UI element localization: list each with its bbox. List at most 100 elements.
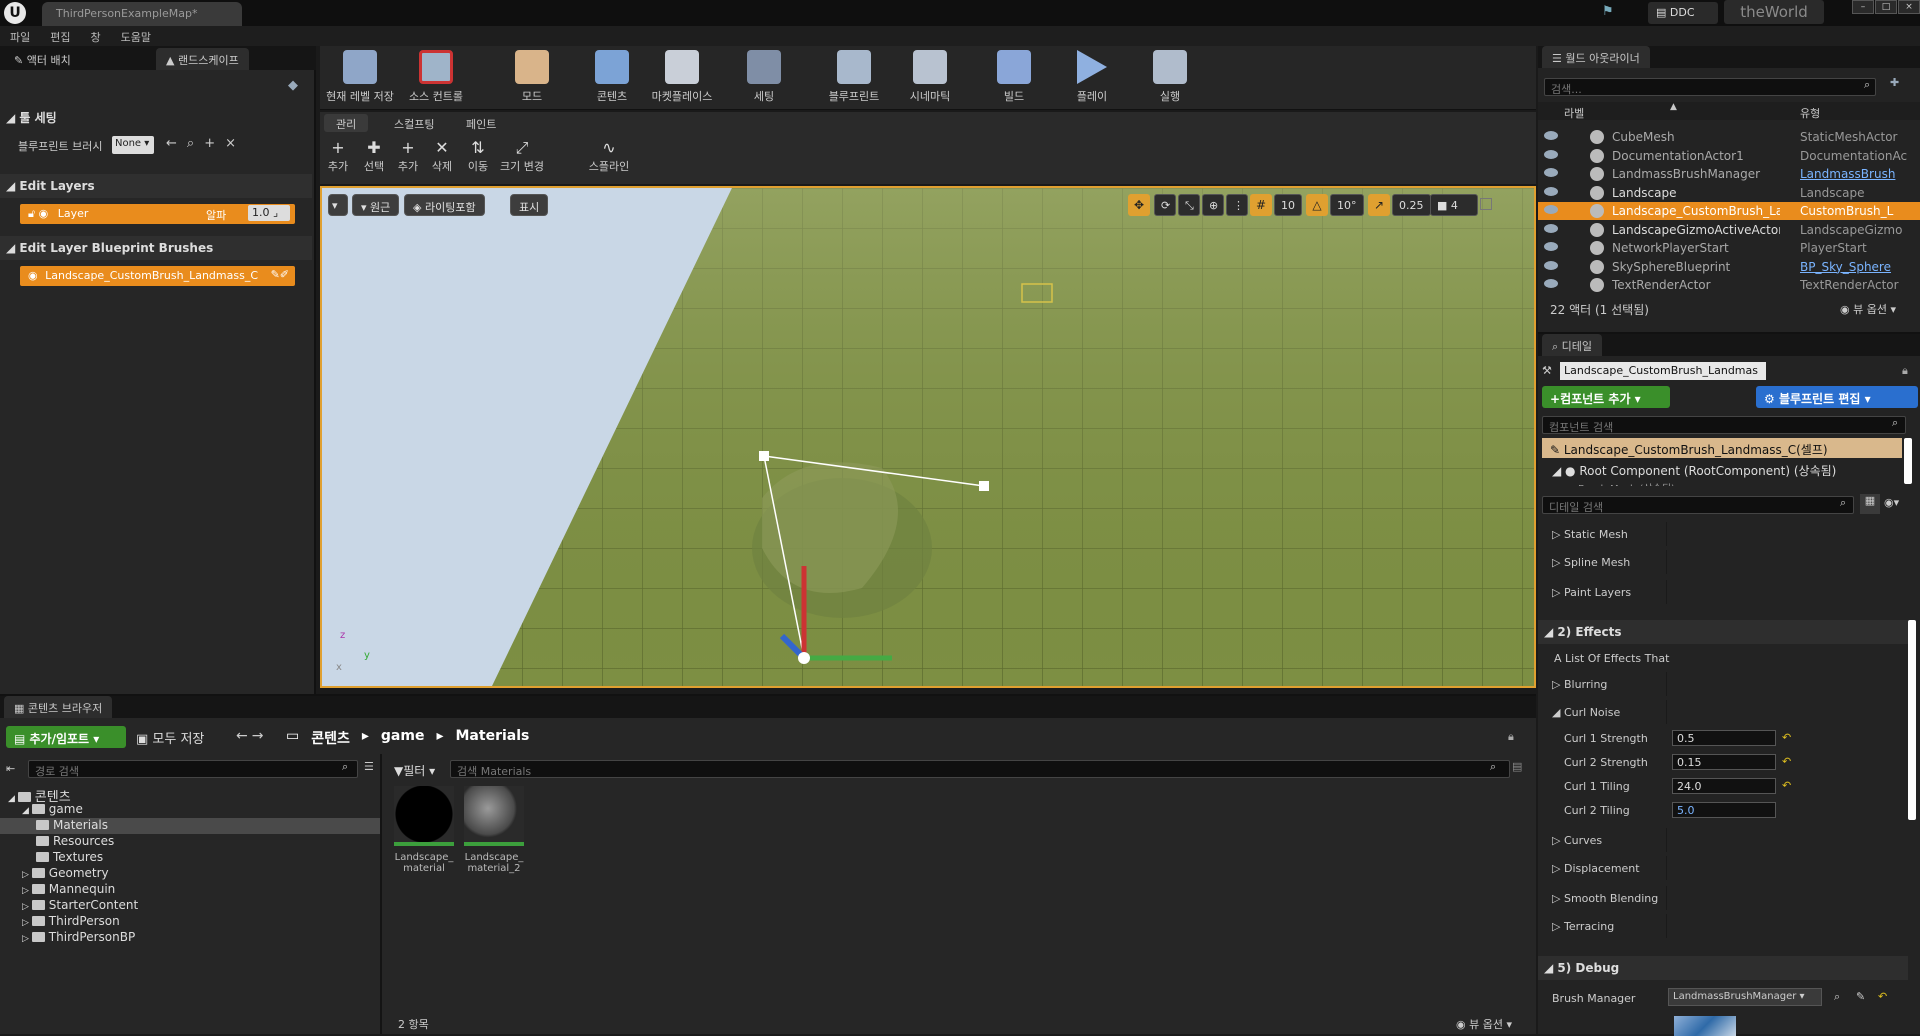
save-all-button[interactable]: ▣ 모두 저장: [136, 728, 204, 747]
lock-icon[interactable]: 🔒︎: [1508, 730, 1514, 744]
back-icon[interactable]: ←: [236, 728, 252, 744]
eye-icon[interactable]: [1544, 186, 1558, 196]
scale-snap-icon[interactable]: ↗: [1368, 194, 1390, 216]
outliner-search-input[interactable]: 검색...: [1544, 78, 1876, 96]
tab-content-browser[interactable]: ▦ 콘텐츠 브라우저: [4, 696, 113, 718]
brush-row[interactable]: ◉ Landscape_CustomBrush_Landmass_C ✎✐: [20, 266, 295, 286]
search-icon[interactable]: ⌕: [187, 136, 204, 151]
ddc-button[interactable]: ▤ DDC: [1648, 2, 1718, 24]
component-search-input[interactable]: 컴포넌트 검색: [1542, 416, 1906, 434]
eye-icon[interactable]: [1544, 260, 1558, 270]
outliner-row[interactable]: Landscape Landscape: [1538, 184, 1920, 202]
level-viewport[interactable]: ▾ ▾ 원근 ◈ 라이팅포함 표시 ✥ ⟳ ⤡ ⊕ ⋮ # 10 △ 10° ↗…: [320, 186, 1536, 688]
prop-blurring[interactable]: ▷ Blurring: [1538, 672, 1898, 696]
tab-world-outliner[interactable]: ☰ 월드 아웃라이너: [1542, 46, 1650, 68]
show-button[interactable]: 표시: [510, 194, 549, 216]
crumb-materials[interactable]: Materials: [456, 728, 530, 748]
arrow-left-icon[interactable]: ←: [166, 136, 187, 151]
eye-icon[interactable]: ◉▾: [1884, 496, 1899, 509]
edit-brush-icon[interactable]: ✎✐: [271, 268, 289, 281]
build-button[interactable]: 빌드: [978, 50, 1050, 108]
view-options-button[interactable]: ◉ 뷰 옵션 ▾: [1456, 1016, 1512, 1032]
details-scrollbar[interactable]: [1908, 620, 1916, 820]
menu-help[interactable]: 도움말: [121, 29, 151, 44]
grid-snap-icon[interactable]: #: [1250, 194, 1272, 216]
category-effects[interactable]: ◢ 2) Effects: [1538, 620, 1908, 644]
expand-icon[interactable]: ▷: [22, 870, 32, 880]
add-folder-icon[interactable]: ✚: [1890, 76, 1899, 89]
menu-file[interactable]: 파일: [10, 29, 30, 44]
brush-mesh-component[interactable]: Brush Mesh (상속됨): [1578, 480, 1675, 486]
landscape-terrain[interactable]: [322, 188, 1534, 686]
perspective-button[interactable]: ▾ 원근: [352, 194, 400, 216]
lighting-button[interactable]: ◈ 라이팅포함: [404, 194, 485, 216]
prop-terracing[interactable]: ▷ Terracing: [1538, 914, 1898, 938]
rotation-snap-value[interactable]: 10°: [1330, 194, 1364, 216]
outliner-view-options[interactable]: ◉ 뷰 옵션 ▾: [1840, 301, 1896, 317]
col-type[interactable]: 유형: [1800, 105, 1820, 121]
play-button[interactable]: 플레이: [1056, 50, 1128, 108]
outliner-row[interactable]: SkySphereBlueprint BP_Sky_Sphere: [1538, 258, 1920, 276]
tool-spline[interactable]: ∿ 스플라인: [584, 138, 634, 174]
add-component-button[interactable]: +컴포넌트 추가 ▾: [1542, 386, 1670, 408]
translate-mode-icon[interactable]: ✥: [1128, 194, 1150, 216]
scale-snap-value[interactable]: 0.25: [1392, 194, 1431, 216]
surface-snap-icon[interactable]: ⋮: [1226, 194, 1248, 216]
category-debug[interactable]: ◢ 5) Debug: [1538, 956, 1908, 980]
eye-icon[interactable]: [1544, 131, 1558, 140]
viewport-options-button[interactable]: ▾: [328, 194, 348, 216]
expand-icon[interactable]: ▷: [22, 918, 32, 928]
tab-sculpt[interactable]: 스컬프팅: [382, 114, 446, 132]
outliner-row[interactable]: CubeMesh StaticMeshActor: [1538, 128, 1920, 146]
expand-icon[interactable]: ▷: [22, 934, 32, 944]
modes-button[interactable]: 모드: [496, 50, 568, 108]
tab-paint[interactable]: 페인트: [454, 114, 508, 132]
prop-static-mesh[interactable]: ▷ Static Mesh: [1538, 522, 1898, 546]
crumb-content[interactable]: 콘텐츠: [311, 728, 350, 748]
content-button[interactable]: 콘텐츠: [576, 50, 648, 108]
tree-item[interactable]: Resources: [0, 834, 380, 850]
outliner-row[interactable]: Landscape_CustomBrush_Landma CustomBrush_…: [1538, 202, 1920, 220]
tool-delete[interactable]: ✕ 삭제: [424, 138, 460, 174]
eye-icon[interactable]: ◉: [28, 269, 38, 282]
curl-2-tiling-input[interactable]: 5.0: [1672, 802, 1776, 818]
details-search-input[interactable]: 디테일 검색: [1542, 496, 1854, 514]
tree-item[interactable]: ◢ game: [0, 802, 380, 818]
prop-smooth-blending[interactable]: ▷ Smooth Blending: [1538, 886, 1898, 910]
tree-item[interactable]: ◢ 콘텐츠: [0, 786, 380, 805]
settings-button[interactable]: 세팅: [728, 50, 800, 108]
tab-manage[interactable]: 관리: [324, 114, 369, 132]
map-tab[interactable]: ThirdPersonExampleMap*: [42, 2, 242, 26]
curl-1-tiling-input[interactable]: 24.0: [1672, 778, 1776, 794]
filter-button[interactable]: ▼필터 ▾: [394, 762, 435, 779]
component-scrollbar[interactable]: [1904, 438, 1912, 484]
brush-manager-dropdown[interactable]: LandmassBrushManager ▾: [1668, 988, 1822, 1006]
tool-resize[interactable]: ⤢ 크기 변경: [492, 138, 552, 174]
save-level-button[interactable]: 현재 레벨 저장: [324, 50, 396, 108]
outliner-row[interactable]: LandmassBrushManager LandmassBrush: [1538, 165, 1920, 183]
edit-layer-bp-header[interactable]: ◢ Edit Layer Blueprint Brushes: [0, 236, 312, 260]
rotation-snap-icon[interactable]: △: [1306, 194, 1328, 216]
close-icon[interactable]: ×: [225, 136, 246, 151]
mode-switch-icon[interactable]: ◆: [288, 78, 306, 93]
prop-curl-noise[interactable]: ◢ Curl Noise: [1538, 700, 1898, 724]
reset-icon[interactable]: ↶: [1782, 755, 1791, 768]
expand-icon[interactable]: ▷: [22, 886, 32, 896]
source-control-button[interactable]: 소스 컨트롤: [400, 50, 472, 108]
path-search-input[interactable]: 경로 검색: [28, 760, 358, 778]
world-space-icon[interactable]: ⊕: [1202, 194, 1224, 216]
search-icon[interactable]: ⌕: [1834, 990, 1840, 1004]
flag-icon[interactable]: ⚑: [1602, 4, 1620, 20]
eye-icon[interactable]: [1544, 242, 1558, 251]
tree-item[interactable]: Materials: [0, 818, 380, 834]
tool-move[interactable]: ⇅ 이동: [460, 138, 496, 174]
tab-place-actors[interactable]: ✎ 액터 배치: [4, 48, 81, 70]
spline-point[interactable]: [979, 481, 989, 491]
grid-view-icon[interactable]: ▦: [1860, 494, 1880, 514]
add-import-button[interactable]: ▤ 추가/임포트 ▾: [6, 726, 126, 748]
cinematics-button[interactable]: 시네마틱: [894, 50, 966, 108]
layer-row[interactable]: 🔓︎ ◉ Layer 알파 1.0 ⌟: [20, 204, 295, 224]
prop-curves[interactable]: ▷ Curves: [1538, 828, 1898, 852]
tree-item[interactable]: ▷ StarterContent: [0, 898, 380, 914]
alpha-field[interactable]: 1.0 ⌟: [248, 205, 290, 221]
